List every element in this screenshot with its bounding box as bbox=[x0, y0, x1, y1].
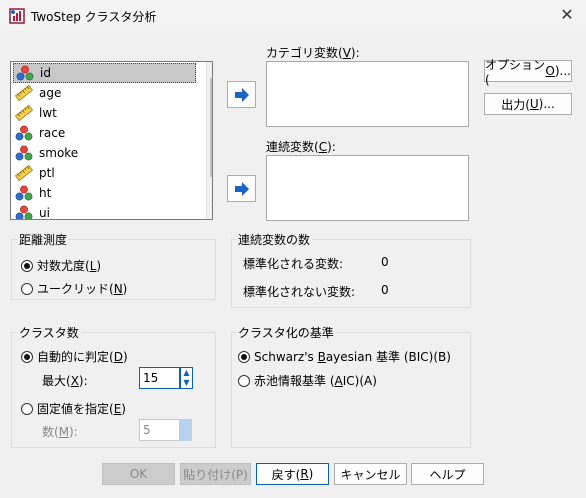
variable-label: lwt bbox=[39, 106, 57, 120]
nominal-measure-icon bbox=[15, 145, 33, 161]
cancel-button[interactable]: キャンセル bbox=[334, 463, 407, 485]
paste-button[interactable]: 貼り付け(P) bbox=[180, 463, 251, 485]
variable-label: ui bbox=[39, 206, 50, 220]
number-input[interactable]: 5 bbox=[139, 419, 180, 441]
auto-determine-radio[interactable]: 自動的に判定(D) bbox=[21, 348, 128, 365]
euclidean-radio[interactable]: ユークリッド(N) bbox=[21, 280, 127, 297]
aic-radio[interactable]: 赤池情報基準 (AIC)(A) bbox=[238, 372, 377, 389]
variable-item-smoke[interactable]: smoke bbox=[13, 143, 196, 163]
spin-up-icon[interactable]: ▲ bbox=[181, 368, 192, 378]
variable-item-ptl[interactable]: ptl bbox=[13, 163, 196, 183]
maximum-spinner[interactable]: ▲ ▼ bbox=[180, 367, 193, 389]
reset-button[interactable]: 戻す(R) bbox=[256, 463, 329, 485]
number-spinner[interactable] bbox=[179, 419, 192, 441]
unstandardized-value: 0 bbox=[381, 283, 389, 297]
unstandardized-label: 標準化されない変数: bbox=[243, 285, 356, 299]
output-button[interactable]: 出力(U)... bbox=[484, 93, 572, 115]
maximum-input[interactable]: 15 bbox=[139, 367, 180, 389]
variable-label: race bbox=[39, 126, 66, 140]
move-to-categorical-button[interactable] bbox=[227, 81, 256, 108]
number-label: 数(M): bbox=[42, 425, 78, 439]
variable-item-ui[interactable]: ui bbox=[13, 203, 196, 220]
clustering-criterion-title: クラスタ化の基準 bbox=[236, 324, 336, 341]
categorical-variables-list[interactable] bbox=[266, 61, 469, 127]
app-icon bbox=[9, 8, 25, 24]
radio-unselected-icon bbox=[21, 402, 33, 415]
variable-item-id[interactable]: id bbox=[13, 63, 196, 83]
continuous-count-title: 連続変数の数 bbox=[236, 231, 313, 248]
continuous-variables-label: 連続変数(C): bbox=[266, 140, 336, 154]
bic-radio[interactable]: Schwarz's Bayesian 基準 (BIC)(B) bbox=[238, 348, 451, 365]
radio-selected-icon bbox=[21, 350, 33, 363]
close-button[interactable]: ✕ bbox=[553, 4, 581, 26]
vertical-scrollbar[interactable]: ▲ ▼ bbox=[206, 62, 213, 219]
distance-measure-title: 距離測度 bbox=[17, 231, 70, 248]
scroll-down-arrow-icon[interactable]: ▼ bbox=[207, 204, 213, 218]
variable-label: smoke bbox=[39, 146, 79, 160]
right-arrow-icon bbox=[234, 87, 249, 102]
spin-down-icon[interactable]: ▼ bbox=[181, 378, 192, 388]
right-arrow-icon bbox=[234, 181, 249, 196]
scale-measure-icon bbox=[14, 164, 34, 182]
help-button[interactable]: ヘルプ bbox=[411, 463, 484, 485]
ok-button[interactable]: OK bbox=[102, 463, 175, 485]
maximum-label: 最大(X): bbox=[42, 374, 88, 388]
scrollbar-thumb[interactable] bbox=[210, 78, 212, 177]
categorical-variables-label: カテゴリ変数(V): bbox=[266, 46, 360, 60]
scale-measure-icon bbox=[14, 84, 34, 102]
variable-label: ht bbox=[39, 186, 52, 200]
variable-item-ht[interactable]: ht bbox=[13, 183, 196, 203]
radio-selected-icon bbox=[21, 259, 33, 272]
standardized-label: 標準化される変数: bbox=[243, 257, 344, 271]
variable-item-lwt[interactable]: lwt bbox=[13, 103, 196, 123]
number-of-clusters-title: クラスタ数 bbox=[17, 324, 81, 341]
variable-item-race[interactable]: race bbox=[13, 123, 196, 143]
move-to-continuous-button[interactable] bbox=[227, 175, 256, 202]
nominal-measure-icon bbox=[15, 205, 33, 219]
standardized-value: 0 bbox=[381, 255, 389, 269]
scale-measure-icon bbox=[14, 104, 34, 122]
source-variable-list[interactable]: id age lwt race smoke ptl ht ui ▲ ▼ bbox=[10, 61, 213, 220]
continuous-variables-list[interactable] bbox=[266, 155, 469, 221]
variable-label: age bbox=[39, 86, 62, 100]
variable-item-age[interactable]: age bbox=[13, 83, 196, 103]
scroll-up-arrow-icon[interactable]: ▲ bbox=[207, 62, 213, 76]
options-button[interactable]: オプション(O)... bbox=[484, 58, 572, 87]
window-title: TwoStep クラスタ分析 bbox=[31, 10, 157, 24]
fixed-number-radio[interactable]: 固定値を指定(E) bbox=[21, 400, 126, 417]
radio-unselected-icon bbox=[21, 282, 33, 295]
variable-label: id bbox=[40, 66, 51, 80]
nominal-measure-icon bbox=[16, 65, 34, 81]
radio-unselected-icon bbox=[238, 374, 250, 387]
radio-selected-icon bbox=[238, 350, 250, 363]
nominal-measure-icon bbox=[15, 185, 33, 201]
nominal-measure-icon bbox=[15, 125, 33, 141]
variable-label: ptl bbox=[39, 166, 55, 180]
loglikelihood-radio[interactable]: 対数尤度(L) bbox=[21, 257, 101, 274]
